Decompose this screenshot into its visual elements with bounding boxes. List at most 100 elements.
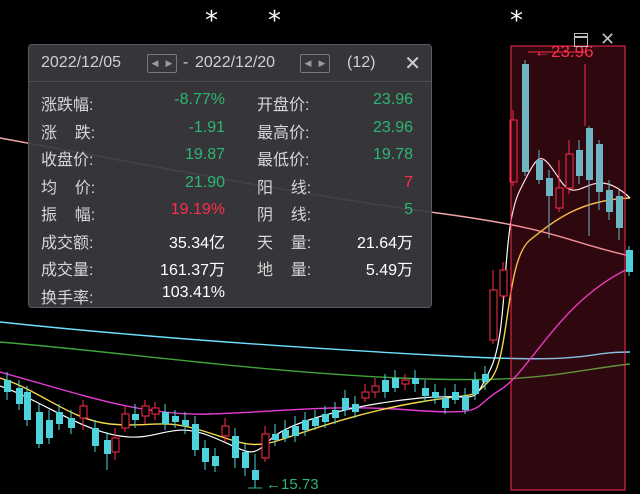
marker-star: *	[205, 6, 218, 36]
candle-body	[342, 398, 349, 410]
candle	[392, 370, 399, 392]
stat-label: 最高价:	[257, 124, 310, 142]
candle-body	[412, 378, 419, 384]
candle	[371, 378, 380, 398]
end-date-stepper[interactable]: ◀ ▶	[300, 54, 330, 73]
stat-row: 最低价: 19.78	[29, 146, 431, 169]
candle	[432, 384, 439, 404]
candle-body	[292, 426, 299, 436]
stat-value: 5	[404, 201, 413, 218]
close-icon[interactable]: ✕	[600, 29, 615, 50]
candle-body	[401, 379, 410, 385]
candle	[626, 246, 633, 276]
stat-row: 天 量: 21.64万	[29, 229, 431, 252]
selection-range[interactable]	[510, 45, 626, 491]
candle	[452, 384, 459, 404]
candle-body	[482, 374, 489, 382]
candle-body	[232, 436, 239, 458]
arrow-left-icon: ←	[534, 42, 551, 61]
candle-body	[202, 448, 209, 462]
candle	[162, 404, 169, 430]
close-icon[interactable]: ✕	[404, 51, 421, 75]
panel-header: 2022/12/05 ◀ ▶ - 2022/12/20 ◀ ▶ (12) ✕	[29, 45, 431, 82]
stat-value: 23.96	[372, 91, 413, 108]
candle	[292, 416, 299, 442]
marker-star: *	[268, 6, 281, 36]
candle-body	[79, 405, 88, 419]
stat-label: 开盘价:	[257, 97, 310, 114]
stat-label: 阳 线:	[257, 179, 312, 197]
candle-body	[56, 412, 63, 424]
candle-body	[472, 380, 479, 394]
candle-body	[92, 428, 99, 446]
candle-body	[422, 388, 429, 396]
candle-body	[46, 420, 53, 438]
candle-body	[371, 385, 380, 393]
end-date: 2022/12/20	[195, 54, 276, 71]
candle-body	[121, 413, 130, 429]
stat-row: 阳 线: 7	[29, 173, 431, 197]
candle	[212, 448, 219, 472]
candle	[104, 432, 111, 470]
stat-row: 阴 线: 5	[29, 201, 431, 224]
triangle-right-icon[interactable]: ▶	[319, 58, 326, 69]
candle-body	[141, 405, 150, 417]
triangle-left-icon[interactable]: ◀	[152, 58, 159, 69]
candle-body	[24, 392, 31, 420]
candle	[401, 374, 410, 390]
start-date-stepper[interactable]: ◀ ▶	[147, 54, 177, 73]
candle-body	[162, 412, 169, 424]
candle-body	[252, 470, 259, 480]
candle-body	[332, 410, 339, 418]
candle	[121, 406, 130, 432]
candle	[361, 384, 370, 402]
candle-body	[499, 269, 508, 297]
stat-label: 阴 线:	[257, 207, 312, 224]
candle-body	[442, 398, 449, 408]
candle	[4, 372, 11, 400]
candle-body	[626, 250, 633, 272]
candle	[232, 428, 239, 468]
candle-body	[111, 437, 120, 453]
range-stats-panel: 2022/12/05 ◀ ▶ - 2022/12/20 ◀ ▶ (12) ✕ 涨跌幅…	[28, 44, 432, 308]
candle-body	[104, 440, 111, 454]
stat-value: 23.96	[372, 118, 413, 136]
candle-body	[212, 456, 219, 466]
stat-value: 103.41%	[161, 283, 225, 301]
candle	[46, 410, 53, 444]
candle	[342, 390, 349, 416]
candle-body	[382, 380, 389, 392]
candle	[242, 444, 249, 476]
candle-body	[4, 380, 11, 392]
candle-body	[36, 412, 43, 444]
candle-body	[302, 420, 309, 430]
candle	[151, 402, 160, 420]
candle-body	[182, 420, 189, 426]
candle	[192, 416, 199, 456]
triangle-left-icon[interactable]: ◀	[305, 58, 312, 69]
candle	[24, 386, 31, 426]
stat-label: 天 量:	[257, 234, 312, 252]
stat-value: 7	[404, 173, 413, 191]
date-separator: -	[183, 54, 189, 71]
candle	[36, 404, 43, 448]
candle-body	[261, 433, 270, 459]
candle-body	[16, 388, 23, 404]
stat-label: 最低价:	[257, 152, 310, 169]
stat-value: 21.64万	[356, 234, 413, 252]
stat-label: 换手率:	[41, 289, 94, 307]
stat-value: 5.49万	[365, 262, 413, 279]
candle-body	[322, 414, 329, 422]
candle	[92, 420, 99, 452]
candle-body	[272, 434, 279, 440]
candle-body	[192, 424, 199, 450]
candle-body	[489, 289, 498, 341]
stat-row: 地 量: 5.49万	[29, 256, 431, 279]
day-count: (12)	[347, 54, 376, 71]
candle-body	[352, 404, 359, 412]
candle-body	[392, 378, 399, 388]
candle	[489, 270, 498, 344]
triangle-right-icon[interactable]: ▶	[166, 58, 173, 69]
start-date: 2022/12/05	[41, 54, 122, 71]
candle-body	[432, 392, 439, 398]
